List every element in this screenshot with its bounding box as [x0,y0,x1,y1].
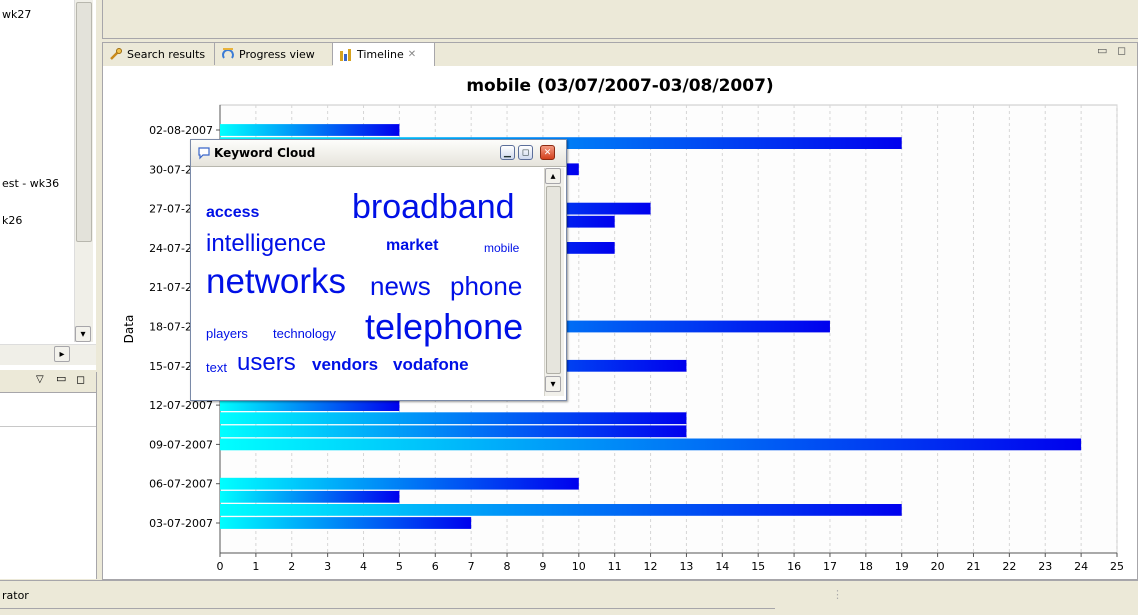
x-tick-label: 8 [504,560,511,573]
tab-label: Timeline [357,48,404,61]
keyword[interactable]: players [206,327,248,340]
bar [220,477,579,490]
x-tick-label: 9 [539,560,546,573]
x-tick-label: 21 [966,560,980,573]
status-separator: ⋮ [832,588,843,601]
keyword[interactable]: networks [206,264,346,299]
left-bottom-panel [0,372,97,579]
x-tick-label: 23 [1038,560,1052,573]
left-item[interactable]: k26 [2,214,22,227]
keyword[interactable]: intelligence [206,232,326,256]
keyword[interactable]: market [386,238,438,254]
close-icon[interactable]: ✕ [408,49,416,60]
x-tick-label: 20 [931,560,945,573]
bar [220,490,400,503]
timeline-chart-icon [340,48,351,61]
search-results-icon [110,48,122,60]
x-tick-label: 6 [432,560,439,573]
x-tick-label: 1 [252,560,259,573]
maximize-icon[interactable]: ◻ [76,373,85,386]
table-row[interactable] [0,406,96,427]
x-tick-label: 18 [859,560,873,573]
x-tick-label: 13 [679,560,693,573]
y-tick-label: 12-07-2007 [149,399,213,412]
x-tick-label: 22 [1002,560,1016,573]
bar [220,517,472,529]
keyword[interactable]: news [370,273,431,299]
x-tick-label: 17 [823,560,837,573]
x-tick-label: 2 [288,560,295,573]
x-tick-label: 4 [360,560,367,573]
x-tick-label: 24 [1074,560,1088,573]
scroll-down-icon[interactable]: ▾ [545,376,561,392]
bar [220,425,687,438]
maximize-window-icon[interactable]: ◻ [518,145,533,160]
keyword-cloud-scroll-thumb[interactable] [546,186,561,374]
x-tick-label: 12 [644,560,658,573]
keyword[interactable]: phone [450,273,522,299]
keyword-cloud-title: Keyword Cloud [214,146,316,160]
speech-bubble-icon [198,147,210,160]
keyword[interactable]: vodafone [393,356,469,373]
left-horizontal-scrollbar[interactable] [0,344,96,365]
keyword[interactable]: telephone [365,309,523,345]
view-menu-icon[interactable]: ▽ [36,374,44,385]
keyword[interactable]: technology [273,327,336,340]
left-bottom-toolbar: ▽ ▭ ◻ [0,372,96,393]
keyword[interactable]: users [237,351,296,375]
scroll-up-icon[interactable]: ▴ [545,168,561,184]
close-window-icon[interactable]: ✕ [540,145,555,160]
view-tabbar: Search results Progress view Timeline ✕ … [103,43,1137,67]
scroll-down-icon[interactable]: ▾ [75,326,91,342]
left-item[interactable]: wk27 [2,8,31,21]
y-tick-label: 06-07-2007 [149,478,213,491]
progress-icon [222,48,234,59]
y-tick-label: 03-07-2007 [149,517,213,530]
maximize-icon[interactable]: ◻ [1117,44,1126,57]
x-tick-label: 0 [217,560,224,573]
x-tick-label: 3 [324,560,331,573]
y-tick-label: 02-08-2007 [149,124,213,137]
editor-area [102,0,1138,39]
x-tick-label: 11 [608,560,622,573]
status-text: rator [2,589,29,602]
minimize-window-icon[interactable]: ▁ [500,145,515,160]
minimize-icon[interactable]: ▭ [1097,44,1107,57]
x-tick-label: 15 [751,560,765,573]
x-tick-label: 16 [787,560,801,573]
left-item[interactable]: est - wk36 [2,177,59,190]
tab-label: Progress view [239,47,315,61]
x-tick-label: 25 [1110,560,1124,573]
keyword[interactable]: text [206,361,227,374]
tab-label: Search results [127,47,206,61]
x-tick-label: 14 [715,560,729,573]
bar [220,124,400,136]
bar [220,504,902,516]
bar [220,412,687,425]
x-tick-label: 19 [895,560,909,573]
tab-search-results[interactable]: Search results [103,43,215,65]
tab-timeline[interactable]: Timeline ✕ [333,43,435,66]
minimize-icon[interactable]: ▭ [56,372,66,385]
scroll-right-icon[interactable]: ▸ [54,346,70,362]
x-tick-label: 10 [572,560,586,573]
left-scrollbar-thumb[interactable] [76,2,92,242]
bar [220,438,1082,451]
keyword[interactable]: broadband [352,190,515,224]
tab-progress-view[interactable]: Progress view [215,43,333,65]
x-tick-label: 5 [396,560,403,573]
keyword[interactable]: access [206,205,259,221]
keyword[interactable]: mobile [484,242,519,254]
x-tick-label: 7 [468,560,475,573]
y-tick-label: 09-07-2007 [149,438,213,451]
keyword[interactable]: vendors [312,356,378,373]
y-axis-label: Data [122,315,136,344]
keyword-cloud-content: access broadband intelligence market mob… [196,170,544,398]
